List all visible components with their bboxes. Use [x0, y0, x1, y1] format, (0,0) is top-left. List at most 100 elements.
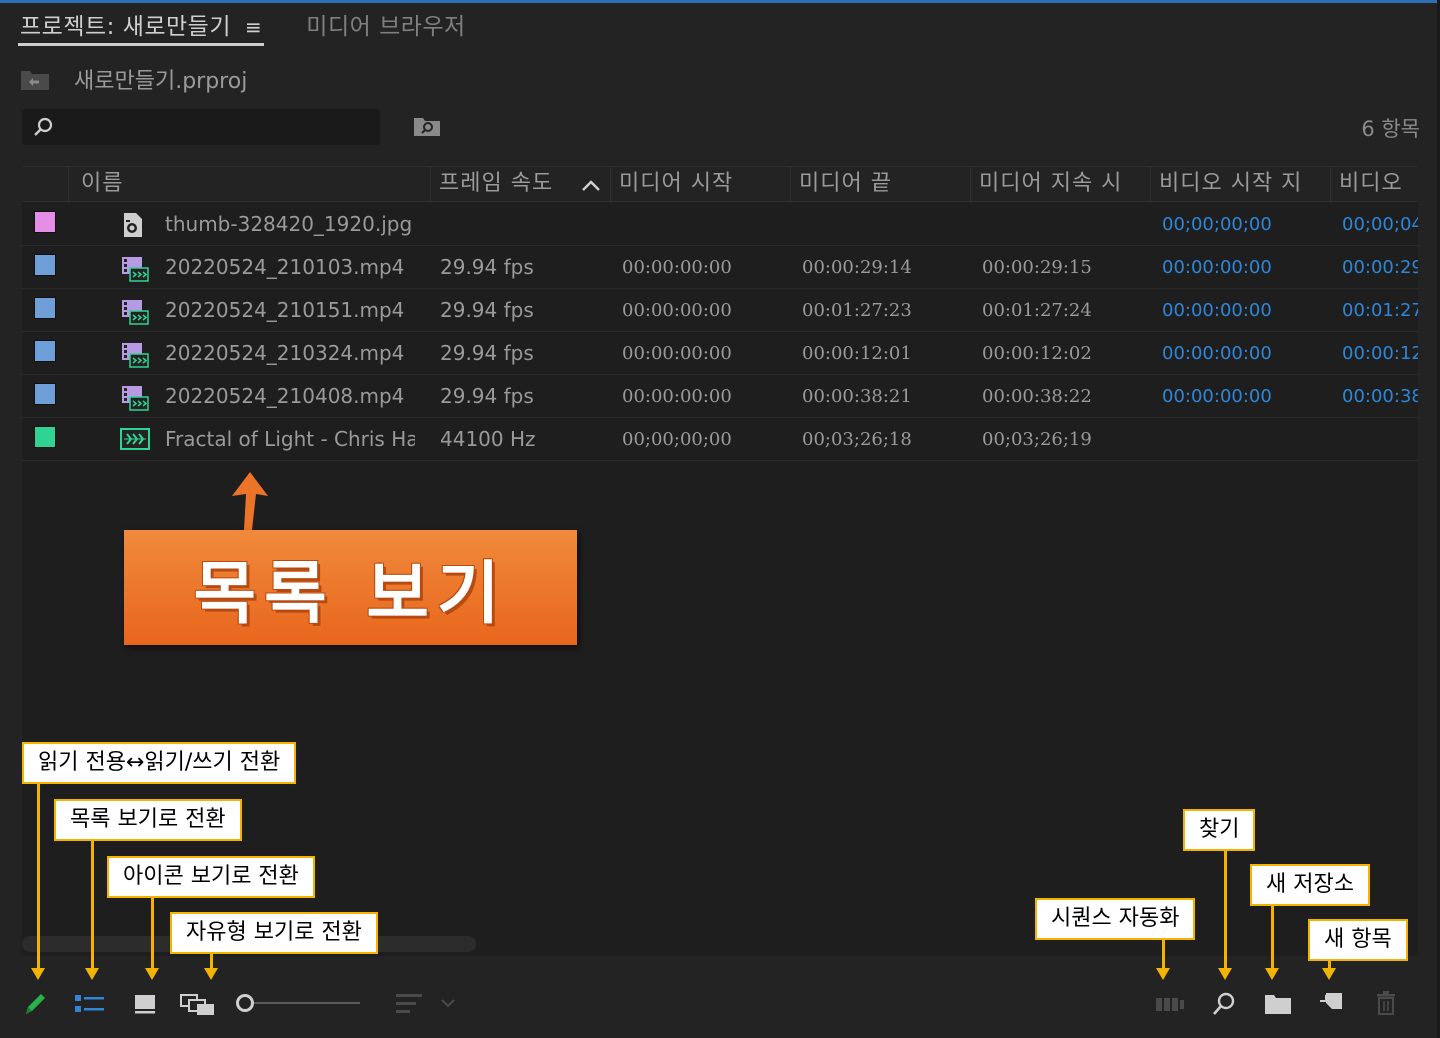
automate-to-sequence-icon[interactable] [1154, 994, 1186, 1014]
cell-media-start: 00:00:00:00 [622, 343, 732, 364]
project-name: 새로만들기.prproj [74, 69, 248, 94]
annotation-freeform-view: 자유형 보기로 전환 [170, 912, 378, 954]
search-input[interactable] [22, 109, 380, 145]
cell-media-end: 00:01:27:23 [802, 300, 912, 321]
sort-icon[interactable] [394, 992, 456, 1016]
column-frame-rate-label: 프레임 속도 [439, 171, 554, 196]
zoom-slider-track[interactable] [252, 1002, 360, 1004]
table-row[interactable]: thumb-328420_1920.jpg 00;00;00;00 00;00;04 [22, 203, 1418, 246]
panel-tabs: 프로젝트: 새로만들기 ≡ 미디어 브라우저 [18, 10, 468, 46]
tab-project[interactable]: 프로젝트: 새로만들기 ≡ [18, 10, 265, 46]
panel-focus-border [0, 0, 1440, 3]
cell-name: 20220524_210408.mp4 [165, 384, 405, 408]
column-video-out[interactable]: 비디오 [1330, 167, 1418, 203]
zoom-slider-handle[interactable] [236, 994, 254, 1012]
cell-video-in: 00:00:00:00 [1162, 300, 1272, 321]
label-color-swatch[interactable] [34, 254, 56, 276]
cell-media-end: 00;03;26;18 [802, 429, 912, 450]
icon-view-icon[interactable] [134, 993, 156, 1015]
label-color-swatch[interactable] [34, 426, 56, 448]
cell-video-out: 00:00:38 [1342, 386, 1418, 407]
list-view-icon[interactable] [74, 992, 106, 1016]
column-label-color[interactable] [22, 167, 68, 203]
cell-video-out: 00:01:27 [1342, 300, 1418, 321]
cell-media-duration: 00:00:38:22 [982, 386, 1092, 407]
annotation-find: 찾기 [1183, 809, 1256, 851]
annotation-automate-sequence: 시퀀스 자동화 [1035, 898, 1196, 940]
video-file-icon [120, 255, 150, 287]
cell-media-start: 00;00;00;00 [622, 429, 732, 450]
video-file-icon [120, 341, 150, 373]
parent-folder-icon[interactable] [20, 67, 50, 91]
pencil-icon[interactable] [22, 990, 48, 1016]
cell-frame-rate: 44100 Hz [440, 427, 536, 451]
project-breadcrumb: 새로만들기.prproj [20, 62, 247, 96]
table-row[interactable]: 20220524_210324.mp4 29.94 fps 00:00:00:00 0… [22, 332, 1418, 375]
annotation-leader [31, 784, 45, 980]
video-file-icon [120, 298, 150, 330]
trash-icon[interactable] [1375, 990, 1397, 1016]
cell-name: Fractal of Light - Chris Ha [165, 427, 415, 451]
search-icon [34, 117, 53, 136]
audio-file-icon [120, 427, 150, 455]
list-view-callout: 목록 보기 [124, 530, 577, 645]
column-media-end[interactable]: 미디어 끝 [790, 167, 970, 203]
video-file-icon [120, 384, 150, 416]
tab-project-label: 프로젝트: 새로만들기 [20, 14, 232, 40]
annotation-list-view: 목록 보기로 전환 [54, 799, 242, 841]
cell-media-duration: 00:00:12:02 [982, 343, 1092, 364]
column-media-duration[interactable]: 미디어 지속 시 [970, 167, 1150, 203]
column-media-start[interactable]: 미디어 시작 [610, 167, 790, 203]
cell-media-duration: 00:00:29:15 [982, 257, 1092, 278]
label-color-swatch[interactable] [34, 383, 56, 405]
annotation-leader [204, 954, 218, 980]
column-frame-rate[interactable]: 프레임 속도 [430, 167, 610, 203]
cell-frame-rate: 29.94 fps [440, 341, 534, 365]
annotation-new-bin: 새 저장소 [1250, 864, 1370, 906]
panel-menu-icon[interactable]: ≡ [245, 15, 262, 39]
cell-frame-rate: 29.94 fps [440, 255, 534, 279]
cell-media-duration: 00:01:27:24 [982, 300, 1092, 321]
annotation-leader [1265, 906, 1279, 980]
new-bin-icon[interactable] [1264, 993, 1292, 1015]
callout-arrow-icon [232, 472, 268, 530]
label-color-swatch[interactable] [34, 340, 56, 362]
new-item-icon[interactable] [1318, 991, 1344, 1015]
cell-video-in: 00;00;00;00 [1162, 214, 1272, 235]
cell-media-start: 00:00:00:00 [622, 300, 732, 321]
cell-video-in: 00:00:00:00 [1162, 257, 1272, 278]
cell-name: 20220524_210103.mp4 [165, 255, 405, 279]
sort-ascending-icon [582, 180, 600, 191]
table-row[interactable]: 20220524_210151.mp4 29.94 fps 00:00:00:00 0… [22, 289, 1418, 332]
cell-frame-rate: 29.94 fps [440, 384, 534, 408]
annotation-leader [145, 898, 159, 980]
tab-media-browser[interactable]: 미디어 브라우저 [304, 10, 467, 46]
freeform-view-icon[interactable] [180, 992, 216, 1016]
cell-video-out: 00:00:29 [1342, 257, 1418, 278]
label-color-swatch[interactable] [34, 211, 56, 233]
label-color-swatch[interactable] [34, 297, 56, 319]
cell-name: 20220524_210151.mp4 [165, 298, 405, 322]
cell-media-start: 00:00:00:00 [622, 257, 732, 278]
column-name[interactable]: 이름 [68, 167, 430, 203]
table-row[interactable]: Fractal of Light - Chris Ha 44100 Hz 00;00… [22, 418, 1418, 461]
annotation-new-item: 새 항목 [1308, 919, 1408, 961]
annotation-leader [85, 841, 99, 980]
item-count: 6 항목 [1361, 117, 1420, 141]
annotation-leader [1156, 940, 1170, 980]
cell-video-in: 00:00:00:00 [1162, 386, 1272, 407]
cell-media-end: 00:00:38:21 [802, 386, 912, 407]
callout-text: 목록 보기 [193, 555, 508, 634]
cell-frame-rate: 29.94 fps [440, 298, 534, 322]
find-icon[interactable] [1211, 991, 1237, 1017]
annotation-readonly-toggle: 읽기 전용↔읽기/쓰기 전환 [22, 742, 297, 784]
column-video-in[interactable]: 비디오 시작 지 [1150, 167, 1330, 203]
cell-name: thumb-328420_1920.jpg [165, 212, 413, 236]
cell-media-start: 00:00:00:00 [622, 386, 732, 407]
table-row[interactable]: 20220524_210103.mp4 29.94 fps 00:00:00:00 0… [22, 246, 1418, 289]
cell-media-end: 00:00:12:01 [802, 343, 912, 364]
table-row[interactable]: 20220524_210408.mp4 29.94 fps 00:00:00:00 0… [22, 375, 1418, 418]
annotation-leader [1218, 851, 1232, 980]
create-search-bin-icon[interactable] [413, 115, 441, 137]
cell-name: 20220524_210324.mp4 [165, 341, 405, 365]
